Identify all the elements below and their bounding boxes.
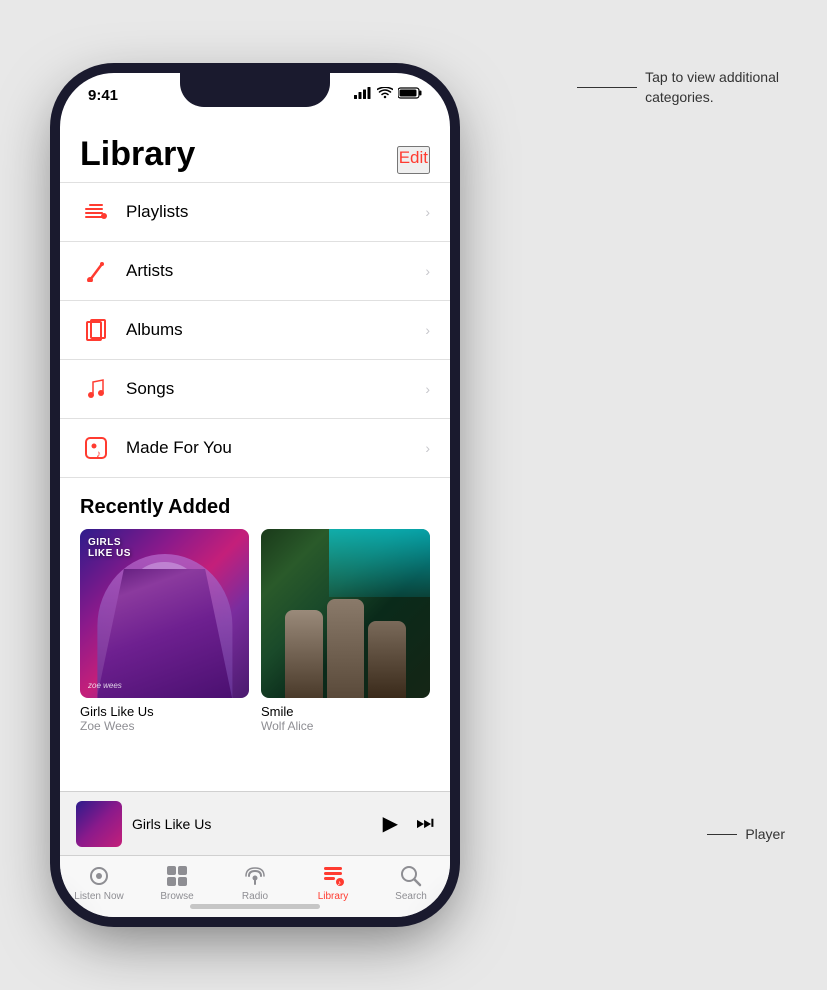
play-button[interactable]: ▶ bbox=[383, 811, 398, 836]
status-icons bbox=[354, 87, 422, 99]
search-icon bbox=[399, 864, 423, 888]
artist-icon bbox=[80, 255, 112, 287]
tab-listen-now-label: Listen Now bbox=[74, 891, 123, 902]
songs-chevron: › bbox=[425, 381, 430, 397]
menu-item-songs[interactable]: Songs › bbox=[60, 360, 450, 419]
library-icon: ♪ bbox=[321, 864, 345, 888]
radio-icon bbox=[243, 864, 267, 888]
smile-figure-2 bbox=[327, 599, 365, 698]
album-art-girls-like-us: GIRLSLIKE US zoe wees bbox=[80, 529, 249, 698]
hair bbox=[97, 569, 232, 698]
smile-figure-3 bbox=[368, 621, 406, 698]
battery-icon bbox=[398, 87, 422, 99]
tab-library-label: Library bbox=[318, 891, 349, 902]
tab-search-label: Search bbox=[395, 891, 427, 902]
player-thumbnail bbox=[76, 801, 122, 847]
made-for-you-label: Made For You bbox=[126, 438, 425, 458]
page-title: Library bbox=[80, 135, 195, 174]
menu-list: Playlists › Artists › bbox=[60, 182, 450, 478]
tab-listen-now[interactable]: Listen Now bbox=[60, 864, 138, 902]
player-controls: ▶ ⏭ bbox=[383, 811, 434, 836]
tab-library[interactable]: ♪ Library bbox=[294, 864, 372, 902]
smile-figures bbox=[278, 588, 413, 698]
tab-browse-label: Browse bbox=[160, 891, 193, 902]
album-grid: GIRLSLIKE US zoe wees Girls Like Us Zoe … bbox=[60, 529, 450, 733]
playlists-chevron: › bbox=[425, 204, 430, 220]
album-artist: Zoe Wees bbox=[80, 719, 249, 733]
menu-item-playlists[interactable]: Playlists › bbox=[60, 183, 450, 242]
player-song-title: Girls Like Us bbox=[132, 816, 373, 832]
edit-button[interactable]: Edit bbox=[397, 146, 430, 174]
library-header: Library Edit bbox=[60, 123, 450, 182]
artists-label: Artists bbox=[126, 261, 425, 281]
home-indicator bbox=[190, 904, 320, 909]
edit-callout: Tap to view additionalcategories. bbox=[577, 68, 779, 107]
svg-text:♪: ♪ bbox=[96, 449, 101, 459]
made-for-you-icon: ♪ bbox=[80, 432, 112, 464]
tab-search[interactable]: Search bbox=[372, 864, 450, 902]
song-icon bbox=[80, 373, 112, 405]
tab-radio-label: Radio bbox=[242, 891, 268, 902]
album-art-artist-text: zoe wees bbox=[88, 681, 122, 690]
girl-silhouette bbox=[97, 554, 232, 698]
skip-forward-button[interactable]: ⏭ bbox=[416, 812, 434, 835]
wifi-icon bbox=[377, 87, 393, 99]
album-art-smile bbox=[261, 529, 430, 698]
albums-label: Albums bbox=[126, 320, 425, 340]
signal-icon bbox=[354, 87, 372, 99]
album-icon bbox=[80, 314, 112, 346]
callout-player-text: Player bbox=[745, 826, 785, 842]
listen-now-icon bbox=[87, 864, 111, 888]
tab-browse[interactable]: Browse bbox=[138, 864, 216, 902]
scene: Tap to view additionalcategories. Player… bbox=[0, 0, 827, 990]
tab-radio[interactable]: Radio bbox=[216, 864, 294, 902]
albums-chevron: › bbox=[425, 322, 430, 338]
playlist-icon bbox=[80, 196, 112, 228]
callout-line bbox=[577, 87, 637, 88]
menu-item-albums[interactable]: Albums › bbox=[60, 301, 450, 360]
artists-chevron: › bbox=[425, 263, 430, 279]
player-bar[interactable]: Girls Like Us ▶ ⏭ bbox=[60, 791, 450, 855]
album-title: Smile bbox=[261, 704, 430, 719]
status-time: 9:41 bbox=[88, 87, 118, 104]
album-artist: Wolf Alice bbox=[261, 719, 430, 733]
screen-content: Library Edit Playlists bbox=[60, 123, 450, 917]
album-item-smile[interactable]: Smile Wolf Alice bbox=[261, 529, 430, 733]
callout-player-line bbox=[707, 834, 737, 835]
smile-figure-1 bbox=[285, 610, 323, 698]
menu-item-artists[interactable]: Artists › bbox=[60, 242, 450, 301]
browse-icon bbox=[165, 864, 189, 888]
svg-text:♪: ♪ bbox=[338, 880, 342, 887]
made-for-you-chevron: › bbox=[425, 440, 430, 456]
playlists-label: Playlists bbox=[126, 202, 425, 222]
player-callout: Player bbox=[707, 826, 785, 842]
notch bbox=[180, 73, 330, 107]
album-item-girls-like-us[interactable]: GIRLSLIKE US zoe wees Girls Like Us Zoe … bbox=[80, 529, 249, 733]
album-title: Girls Like Us bbox=[80, 704, 249, 719]
player-thumb-art bbox=[76, 801, 122, 847]
callout-edit-text: Tap to view additionalcategories. bbox=[645, 68, 779, 107]
recently-added-header: Recently Added bbox=[60, 478, 450, 529]
menu-item-made-for-you[interactable]: ♪ Made For You › bbox=[60, 419, 450, 478]
songs-label: Songs bbox=[126, 379, 425, 399]
phone-shell: 9:41 bbox=[60, 73, 450, 917]
